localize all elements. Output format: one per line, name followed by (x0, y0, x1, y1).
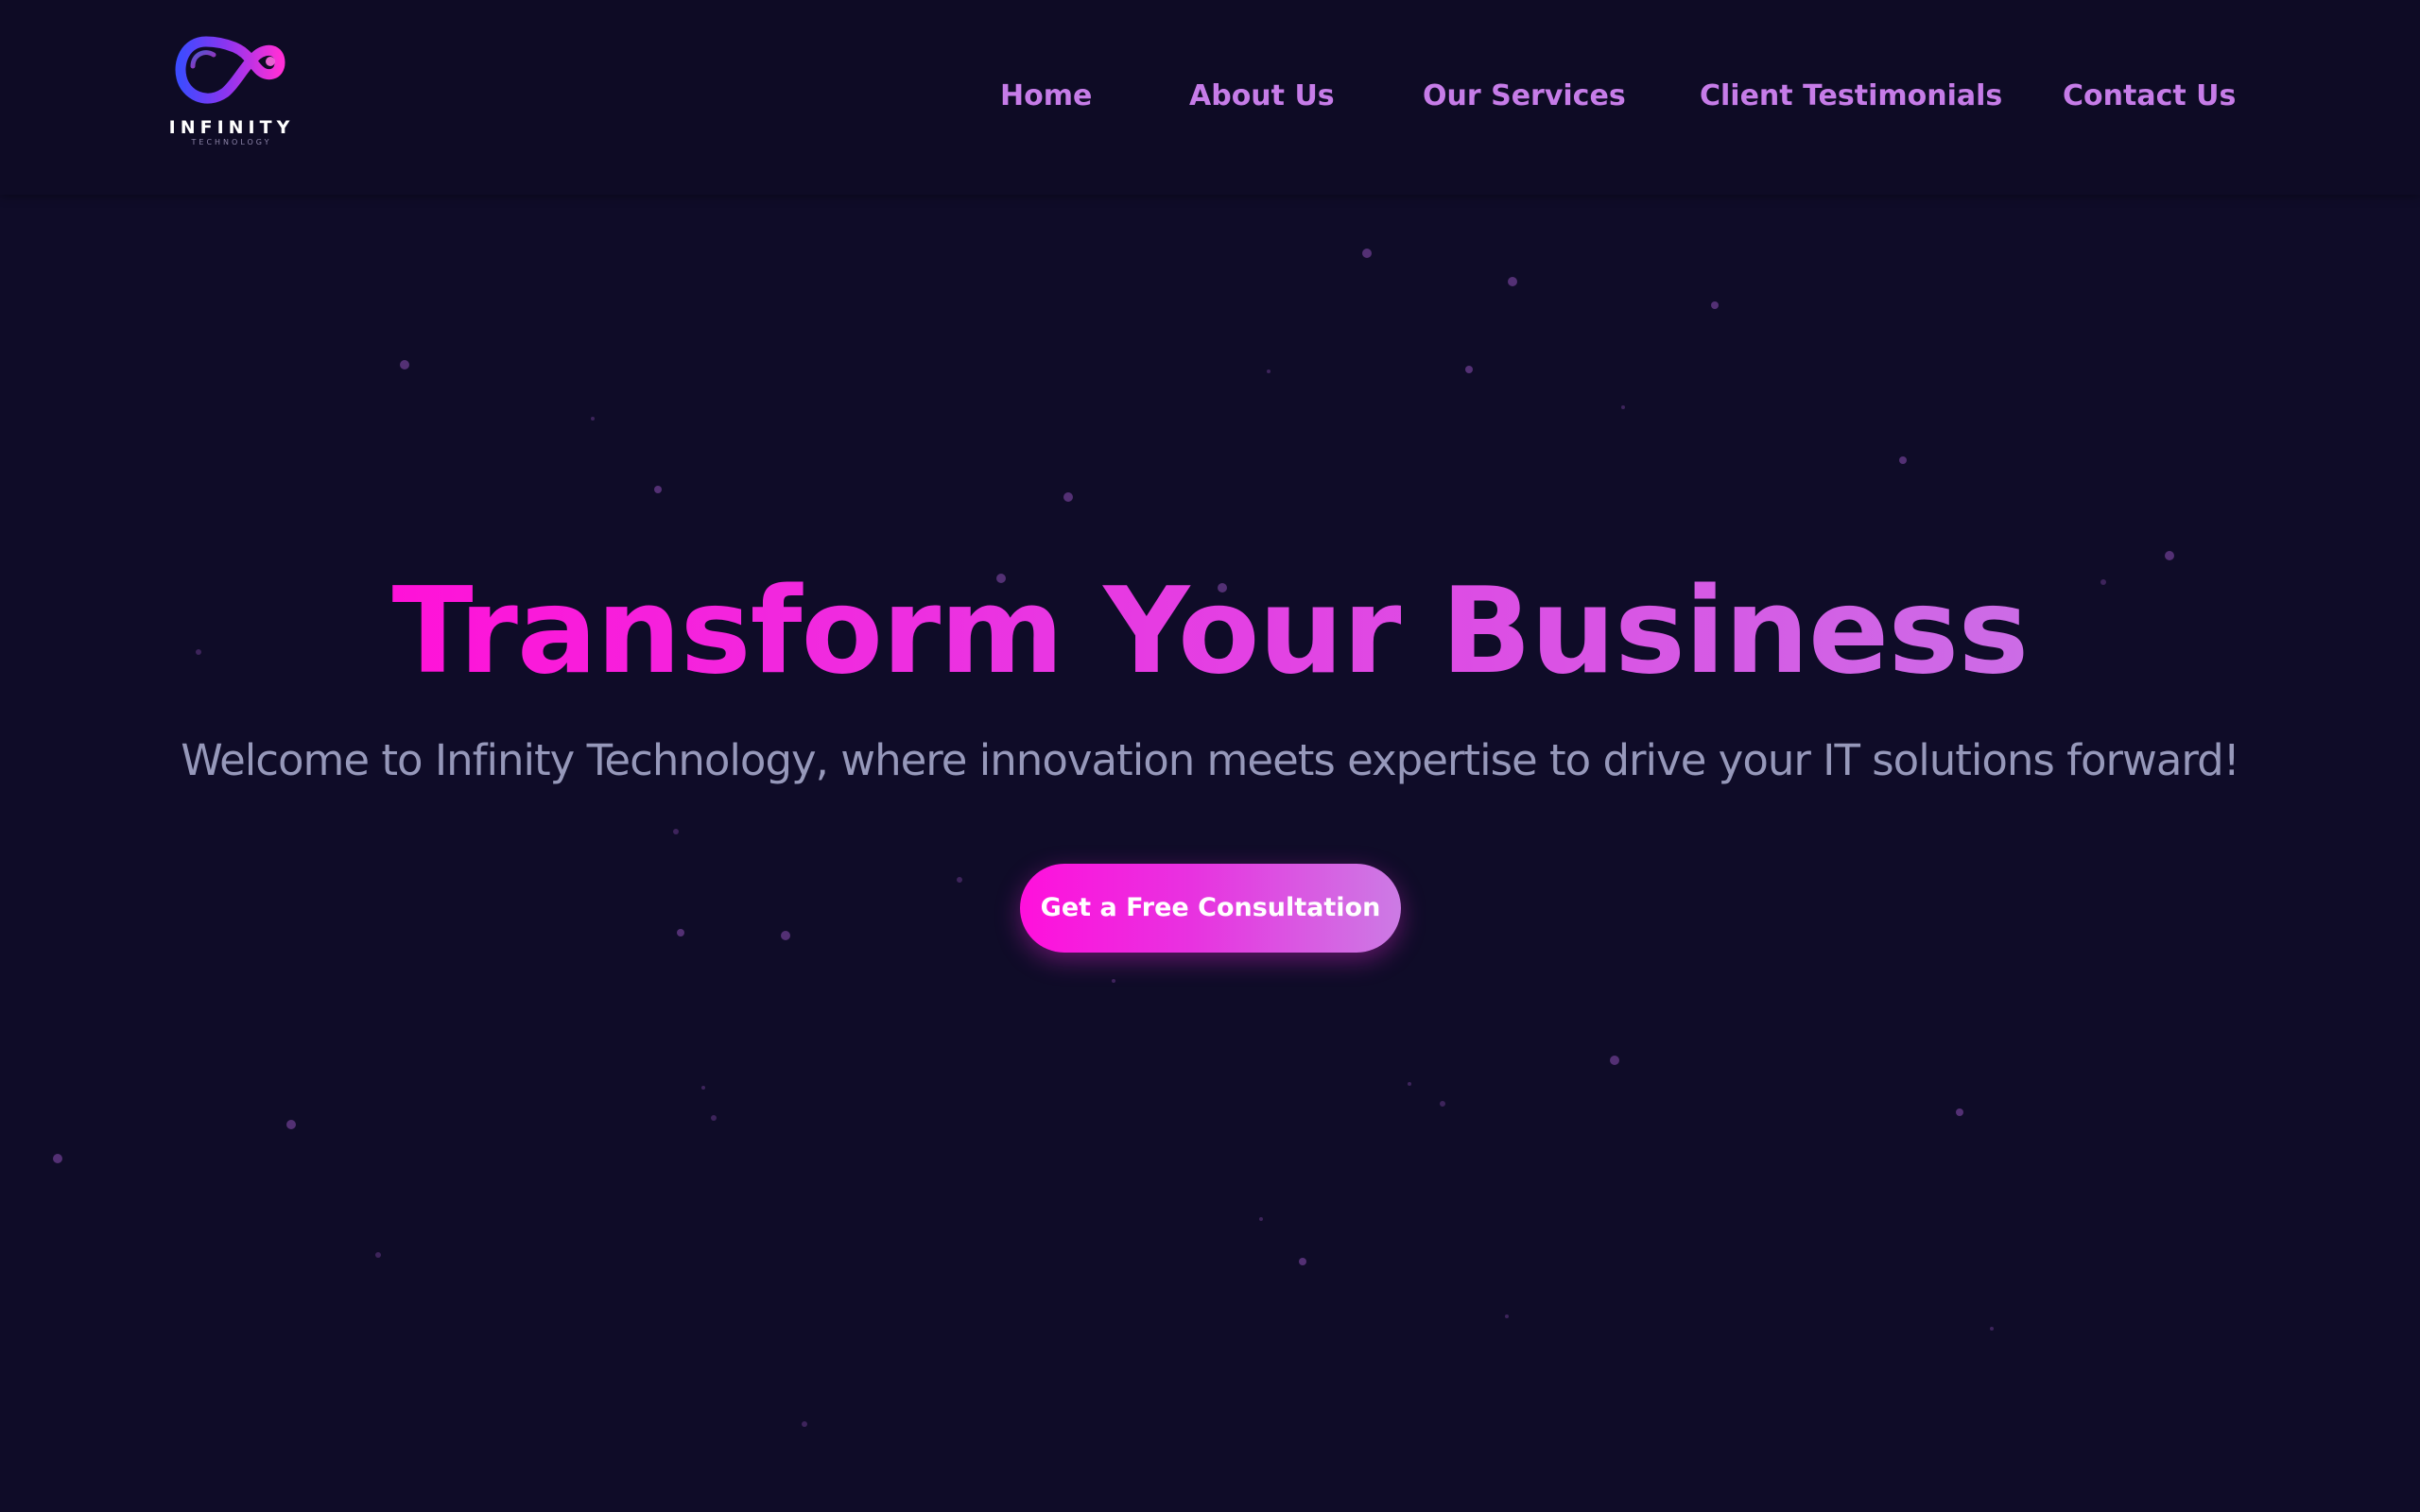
particle-dot (711, 1115, 717, 1121)
particle-dot (1408, 1082, 1411, 1086)
particle-dot (701, 1086, 705, 1090)
nav-item-contact-us[interactable]: Contact Us (2063, 74, 2236, 119)
particle-dot (781, 931, 790, 940)
hero-title: Transform Your Business (0, 556, 2420, 707)
main-nav: Home About Us Our Services Client Testim… (0, 74, 2420, 121)
particle-dot (1063, 492, 1073, 502)
particle-dot (957, 877, 962, 883)
particle-dot (1465, 366, 1473, 373)
particle-dot (1259, 1217, 1263, 1221)
particle-dot (1899, 456, 1907, 464)
site-header: INFINITY TECHNOLOGY Home About Us Our Se… (0, 0, 2420, 195)
particle-dot (1610, 1056, 1619, 1065)
particle-dot (673, 829, 679, 834)
particle-dot (1299, 1258, 1306, 1265)
particle-dot (802, 1421, 807, 1427)
page: INFINITY TECHNOLOGY Home About Us Our Se… (0, 0, 2420, 1512)
nav-item-our-services[interactable]: Our Services (1423, 74, 1626, 119)
nav-item-home[interactable]: Home (1000, 74, 1092, 119)
hero-subtitle: Welcome to Infinity Technology, where in… (181, 735, 2240, 785)
hero-title-text: Transform Your Business (391, 561, 2030, 700)
particle-dot (1112, 979, 1115, 983)
particle-dot (1956, 1108, 1963, 1116)
particle-dot (400, 360, 409, 369)
particle-dot (1362, 249, 1372, 258)
free-consultation-button[interactable]: Get a Free Consultation (1020, 864, 1401, 953)
nav-item-about-us[interactable]: About Us (1189, 74, 1335, 119)
particle-dot (591, 417, 595, 421)
particle-dot (654, 486, 662, 493)
particle-dot (1621, 405, 1625, 409)
particle-dot (1508, 277, 1517, 286)
particle-dot (1990, 1327, 1994, 1331)
particle-dot (1505, 1314, 1509, 1318)
particle-dot (286, 1120, 296, 1129)
particle-dot (1267, 369, 1270, 373)
particle-dot (53, 1154, 62, 1163)
particle-dot (1711, 301, 1719, 309)
logo-tagline: TECHNOLOGY (191, 138, 272, 146)
nav-item-client-testimonials[interactable]: Client Testimonials (1700, 74, 2002, 119)
particle-dot (677, 929, 684, 936)
particle-dot (375, 1252, 381, 1258)
particle-dot (1440, 1101, 1445, 1107)
